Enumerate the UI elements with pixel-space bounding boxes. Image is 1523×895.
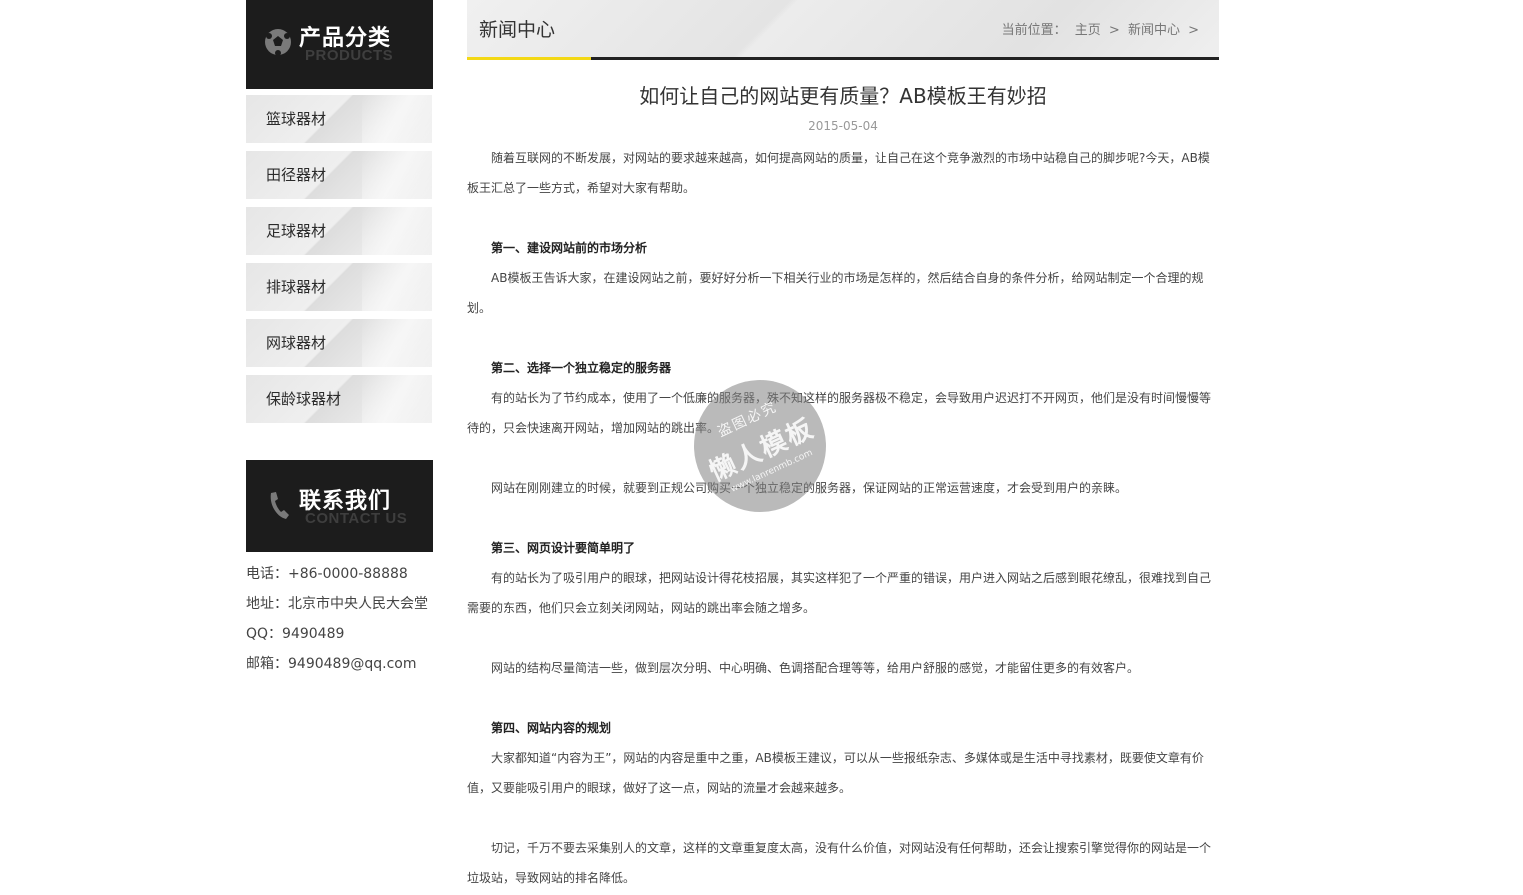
article-paragraph: AB模板王告诉大家，在建设网站之前，要好好分析一下相关行业的市场是怎样的，然后结… [467,271,1204,315]
article-paragraph: 随着互联网的不断发展，对网站的要求越来越高，如何提高网站的质量，让自己在这个竞争… [467,151,1210,195]
category-label: 篮球器材 [266,110,327,128]
article-paragraph: 大家都知道“内容为王”，网站的内容是重中之重，AB模板王建议，可以从一些报纸杂志… [467,751,1204,795]
products-heading-block: 产品分类 PRODUCTS [246,0,433,89]
section-underline [467,57,1219,60]
category-label: 保龄球器材 [266,390,342,408]
category-item-football[interactable]: 足球器材 [246,207,432,255]
category-item-bowling[interactable]: 保龄球器材 [246,375,432,423]
article-body: 随着互联网的不断发展，对网站的要求越来越高，如何提高网站的质量，让自己在这个竞争… [467,143,1219,893]
products-subheading: PRODUCTS [305,47,394,64]
article-paragraph: 切记，千万不要去采集别人的文章，这样的文章重复度太高，没有什么价值，对网站没有任… [467,841,1212,885]
category-item-track[interactable]: 田径器材 [246,151,432,199]
category-label: 田径器材 [266,166,327,184]
breadcrumb: 当前位置： 主页 > 新闻中心 > [998,19,1199,38]
contact-phone: 电话：+86-0000-88888 [246,566,408,582]
category-label: 足球器材 [266,222,327,240]
contact-address: 地址：北京市中央人民大会堂 [246,596,428,612]
category-label: 网球器材 [266,334,327,352]
category-item-volleyball[interactable]: 排球器材 [246,263,432,311]
section-header: 新闻中心 当前位置： 主页 > 新闻中心 > [467,0,1219,57]
article-paragraph: 网站在刚刚建立的时候，就要到正规公司购买一个独立稳定的服务器，保证网站的正常运营… [467,473,1219,503]
breadcrumb-prefix: 当前位置： [1001,23,1067,38]
article-title: 如何让自己的网站更有质量？AB模板王有妙招 [639,84,1047,108]
sidebar: 产品分类 PRODUCTS 篮球器材 田径器材 足球器材 排球器材 网球器材 保… [246,0,433,684]
article-subheading: 第一、建设网站前的市场分析 [491,241,648,255]
category-list: 篮球器材 田径器材 足球器材 排球器材 网球器材 保龄球器材 [246,95,433,423]
contact-email: 邮箱：9490489@qq.com [246,656,417,672]
article-subheading: 第四、网站内容的规划 [491,721,612,735]
article-paragraph: 有的站长为了吸引用户的眼球，把网站设计得花枝招展，其实这样犯了一个严重的错误，用… [467,571,1212,615]
article-paragraph: 网站的结构尽量简洁一些，做到层次分明、中心明确、色调搭配合理等等，给用户舒服的感… [491,661,1140,675]
phone-icon [270,492,289,519]
section-title: 新闻中心 [479,19,556,41]
accent-bar [467,57,591,60]
soccer-ball-icon [265,29,291,56]
breadcrumb-news-link[interactable]: 新闻中心 [1128,23,1180,38]
category-item-tennis[interactable]: 网球器材 [246,319,432,367]
breadcrumb-separator: > [1108,23,1120,38]
article-subheading: 第三、网页设计要简单明了 [491,541,636,555]
breadcrumb-separator: > [1188,23,1199,38]
contact-heading-block: 联系我们 CONTACT US [246,460,433,552]
article-paragraph: 有的站长为了节约成本，使用了一个低廉的服务器，殊不知这样的服务器极不稳定，会导致… [467,391,1212,435]
contact-qq: QQ：9490489 [246,626,345,642]
category-label: 排球器材 [266,278,327,296]
breadcrumb-home-link[interactable]: 主页 [1075,23,1101,38]
contact-subheading: CONTACT US [305,510,408,527]
article-date: 2015-05-04 [808,119,878,133]
contact-info: 电话：+86-0000-88888 地址：北京市中央人民大会堂 QQ：94904… [246,564,433,684]
article-subheading: 第二、选择一个独立稳定的服务器 [491,361,672,375]
category-item-basketball[interactable]: 篮球器材 [246,95,432,143]
main-content: 新闻中心 当前位置： 主页 > 新闻中心 > 如何让自己的网站更有质量？AB模板… [467,0,1219,893]
